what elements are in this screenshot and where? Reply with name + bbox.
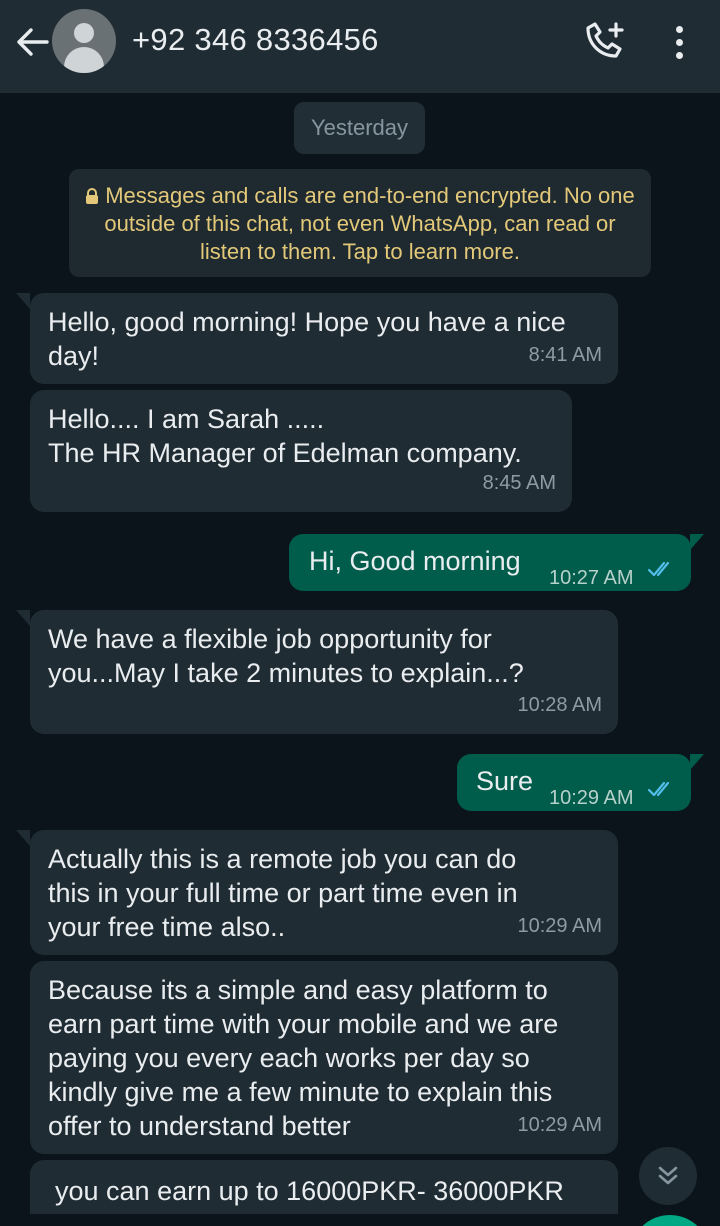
message-text: Hello, good morning! Hope you have a nic…: [48, 307, 566, 371]
arrow-left-icon: [17, 28, 49, 56]
read-receipt-icon: [647, 781, 670, 797]
message-incoming[interactable]: Because its a simple and easy platform t…: [30, 961, 618, 1154]
message-time: 10:29 AM: [517, 1114, 602, 1136]
message-input-bar: [0, 1214, 720, 1226]
lock-icon: [86, 188, 99, 204]
more-options-button[interactable]: [664, 20, 694, 64]
message-time: 8:45 AM: [482, 472, 556, 494]
avatar[interactable]: [52, 9, 116, 73]
date-divider: Yesterday: [294, 102, 425, 154]
scroll-to-bottom-button[interactable]: [639, 1147, 697, 1205]
message-text: you can earn up to 16000PKR- 36000PKR: [55, 1176, 564, 1206]
back-button[interactable]: [12, 24, 52, 60]
message-time: 10:27 AM: [549, 567, 634, 589]
message-time: 10:29 AM: [517, 915, 602, 937]
message-outgoing[interactable]: Hi, Good morning 10:27 AM: [289, 534, 691, 591]
message-incoming[interactable]: Hello, good morning! Hope you have a nic…: [30, 293, 618, 384]
contact-name[interactable]: +92 346 8336456: [132, 22, 379, 58]
message-text: Actually this is a remote job you can do…: [48, 844, 518, 942]
message-text: We have a flexible job opportunity for y…: [48, 624, 524, 688]
message-incoming[interactable]: Actually this is a remote job you can do…: [30, 830, 618, 955]
encryption-notice-text: Messages and calls are end-to-end encryp…: [104, 183, 635, 264]
chat-header: +92 346 8336456: [0, 0, 720, 93]
message-text: Sure: [476, 766, 534, 796]
message-time: 10:29 AM: [549, 787, 634, 809]
more-vertical-icon: [675, 25, 683, 33]
phone-add-icon: [586, 22, 624, 58]
message-time: 10:28 AM: [517, 694, 602, 716]
message-text: Hello.... I am Sarah ..... The HR Manage…: [48, 404, 522, 468]
message-time: 8:41 AM: [528, 344, 602, 366]
message-text: Hi, Good morning: [309, 546, 521, 576]
message-incoming[interactable]: Hello.... I am Sarah ..... The HR Manage…: [30, 390, 572, 512]
chat-area[interactable]: Yesterday Messages and calls are end-to-…: [0, 93, 720, 1226]
encryption-notice[interactable]: Messages and calls are end-to-end encryp…: [69, 169, 651, 277]
add-call-button[interactable]: [582, 22, 626, 62]
message-incoming[interactable]: We have a flexible job opportunity for y…: [30, 610, 618, 734]
message-text: Because its a simple and easy platform t…: [48, 975, 559, 1141]
chevrons-down-icon: [658, 1166, 678, 1185]
read-receipt-icon: [647, 561, 670, 577]
message-outgoing[interactable]: Sure 10:29 AM: [457, 754, 691, 811]
